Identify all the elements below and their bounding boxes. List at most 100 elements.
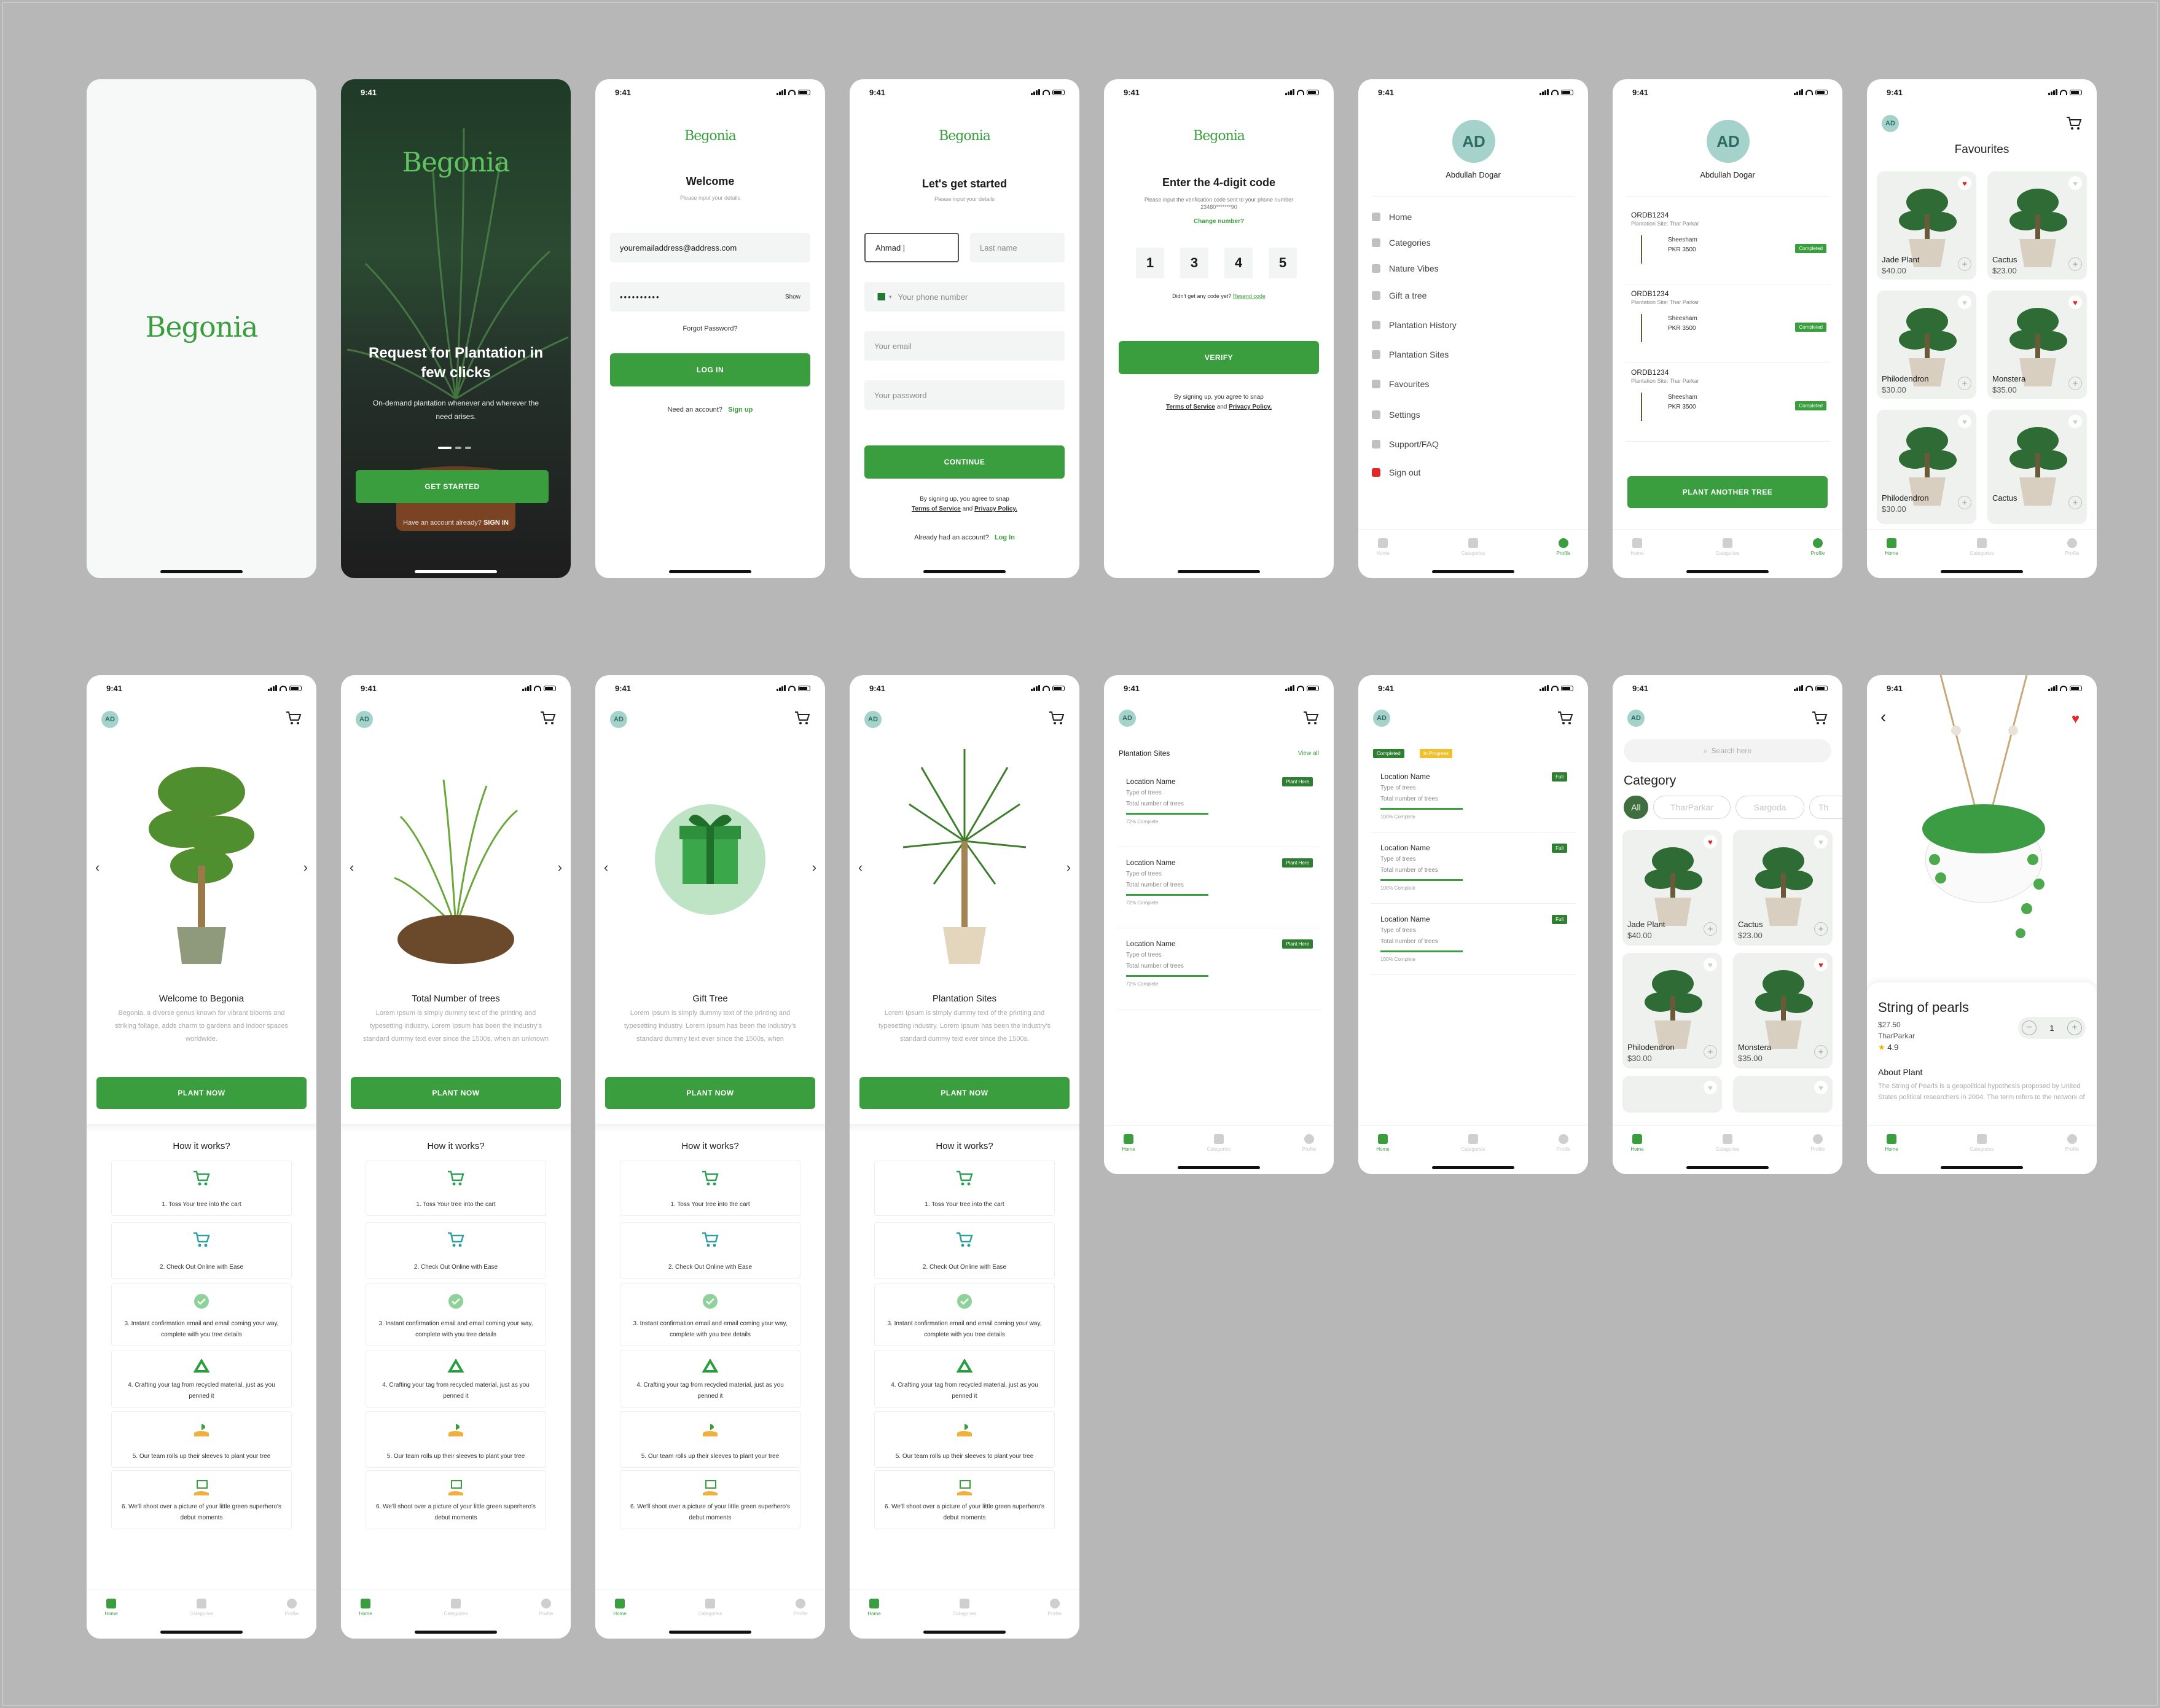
site-card[interactable]: Location Name Type of trees Total number o… bbox=[1116, 928, 1321, 1009]
plant-now-button[interactable]: PLANT NOW bbox=[96, 1077, 307, 1109]
cart-icon[interactable] bbox=[1049, 711, 1065, 726]
menu-item-plantation-sites[interactable]: Plantation Sites bbox=[1372, 350, 1449, 359]
terms-link[interactable]: Terms of Service bbox=[912, 506, 961, 512]
phone-field[interactable]: ▾ Your phone number bbox=[864, 282, 1065, 311]
product-card[interactable]: ♥ Cactus $23.00 + bbox=[1733, 830, 1833, 946]
plant-here-badge[interactable]: Plant Here bbox=[1282, 858, 1313, 868]
chevron-down-icon[interactable]: ▾ bbox=[889, 294, 892, 300]
product-card[interactable]: ♥ Monstera $35.00 + bbox=[1987, 291, 2087, 399]
favourite-heart-icon[interactable]: ♥ bbox=[1814, 835, 1828, 848]
nav-home[interactable]: Home bbox=[856, 1599, 893, 1616]
product-card[interactable]: ♥ Philodendron $30.00 + bbox=[1877, 291, 1976, 399]
menu-item-sign-out[interactable]: Sign out bbox=[1372, 468, 1420, 477]
search-input[interactable]: ⌕ Search here bbox=[1624, 739, 1831, 762]
nav-profile[interactable]: Profile bbox=[1545, 1134, 1582, 1152]
terms-link[interactable]: Terms of Service bbox=[1166, 404, 1215, 410]
add-to-cart-button[interactable]: + bbox=[2068, 377, 2082, 390]
otp-digit-1[interactable]: 1 bbox=[1136, 248, 1164, 278]
add-to-cart-button[interactable]: + bbox=[1958, 257, 1971, 271]
log-in-link[interactable]: Log In bbox=[995, 534, 1015, 541]
get-started-button[interactable]: GET STARTED bbox=[356, 470, 549, 503]
site-card[interactable]: Location Name Type of trees Total number o… bbox=[1116, 766, 1321, 847]
menu-item-favourites[interactable]: Favourites bbox=[1372, 379, 1429, 389]
nav-categories[interactable]: Categories bbox=[1709, 538, 1746, 556]
plus-button[interactable]: + bbox=[2067, 1020, 2082, 1035]
chevron-left-icon[interactable]: ‹ bbox=[604, 860, 608, 876]
chevron-right-icon[interactable]: › bbox=[1066, 860, 1071, 876]
menu-item-categories[interactable]: Categories bbox=[1372, 238, 1431, 248]
chevron-right-icon[interactable]: › bbox=[558, 860, 562, 876]
view-all-link[interactable]: View all bbox=[1298, 750, 1319, 757]
avatar[interactable]: AD bbox=[101, 711, 119, 728]
add-to-cart-button[interactable]: + bbox=[1814, 1045, 1828, 1059]
cart-icon[interactable] bbox=[1303, 711, 1319, 726]
avatar[interactable]: AD bbox=[1882, 115, 1899, 132]
avatar[interactable]: AD bbox=[1373, 710, 1390, 727]
chip-tharparkar[interactable]: TharParkar bbox=[1653, 796, 1731, 819]
cart-icon[interactable] bbox=[540, 711, 556, 726]
otp-digit-4[interactable]: 5 bbox=[1269, 248, 1297, 278]
chevron-left-icon[interactable]: ‹ bbox=[95, 860, 100, 876]
product-card[interactable]: ♥ Cactus + bbox=[1987, 410, 2087, 524]
favourite-heart-icon[interactable]: ♥ bbox=[1958, 415, 1971, 428]
nav-categories[interactable]: Categories bbox=[946, 1599, 983, 1616]
avatar[interactable]: AD bbox=[1452, 120, 1495, 163]
verify-button[interactable]: VERIFY bbox=[1119, 341, 1319, 374]
product-card[interactable]: ♥ bbox=[1622, 1076, 1722, 1113]
favourite-heart-icon[interactable]: ♥ bbox=[1704, 835, 1717, 848]
site-card[interactable]: Location Name Type of trees Total number o… bbox=[1371, 904, 1576, 975]
product-card[interactable]: ♥ Philodendron $30.00 + bbox=[1622, 953, 1722, 1068]
nav-home[interactable]: Home bbox=[601, 1599, 638, 1616]
nav-profile[interactable]: Profile bbox=[2054, 538, 2091, 556]
password-field[interactable]: Your password bbox=[864, 380, 1065, 410]
tab-in-progress[interactable]: In Progress bbox=[1420, 749, 1452, 758]
product-card[interactable]: ♥ Philodendron $30.00 + bbox=[1877, 410, 1976, 524]
nav-home[interactable]: Home bbox=[1364, 1134, 1401, 1152]
favourite-heart-icon[interactable]: ♥ bbox=[1958, 176, 1971, 190]
order-card[interactable]: ORDB1234 Plantation Site: Thar Parkar Shee… bbox=[1625, 368, 1830, 442]
sign-up-link[interactable]: Sign up bbox=[728, 406, 753, 413]
nav-profile[interactable]: Profile bbox=[273, 1599, 310, 1616]
site-card[interactable]: Location Name Type of trees Total number o… bbox=[1371, 832, 1576, 904]
favourite-heart-icon[interactable]: ♥ bbox=[2072, 711, 2080, 727]
product-card[interactable]: ♥ Monstera $35.00 + bbox=[1733, 953, 1833, 1068]
favourite-heart-icon[interactable]: ♥ bbox=[1814, 958, 1828, 971]
email-field[interactable]: Your email bbox=[864, 331, 1065, 361]
menu-item-settings[interactable]: Settings bbox=[1372, 410, 1420, 420]
menu-item-gift-tree[interactable]: Gift a tree bbox=[1372, 291, 1426, 300]
site-card[interactable]: Location Name Type of trees Total number o… bbox=[1116, 847, 1321, 928]
otp-digit-3[interactable]: 4 bbox=[1224, 248, 1253, 278]
order-card[interactable]: ORDB1234 Plantation Site: Thar Parkar Shee… bbox=[1625, 211, 1830, 284]
favourite-heart-icon[interactable]: ♥ bbox=[2068, 296, 2082, 309]
change-number-link[interactable]: Change number? bbox=[1104, 218, 1334, 225]
avatar[interactable]: AD bbox=[610, 711, 627, 728]
chip-th[interactable]: Th bbox=[1809, 796, 1842, 819]
favourite-heart-icon[interactable]: ♥ bbox=[2068, 415, 2082, 428]
resend-link[interactable]: Resend code bbox=[1233, 293, 1266, 299]
nav-home[interactable]: Home bbox=[1619, 538, 1656, 556]
menu-item-home[interactable]: Home bbox=[1372, 212, 1412, 222]
product-card[interactable]: ♥ bbox=[1733, 1076, 1833, 1113]
nav-profile[interactable]: Profile bbox=[1799, 1134, 1836, 1152]
cart-icon[interactable] bbox=[1812, 711, 1828, 726]
sign-in-link[interactable]: SIGN IN bbox=[483, 519, 509, 527]
forgot-password-link[interactable]: Forgot Password? bbox=[595, 325, 825, 332]
menu-item-support[interactable]: Support/FAQ bbox=[1372, 439, 1439, 449]
nav-categories[interactable]: Categories bbox=[183, 1599, 220, 1616]
nav-categories[interactable]: Categories bbox=[692, 1599, 729, 1616]
favourite-heart-icon[interactable]: ♥ bbox=[1814, 1081, 1828, 1094]
nav-categories[interactable]: Categories bbox=[437, 1599, 474, 1616]
privacy-link[interactable]: Privacy Policy. bbox=[1229, 404, 1272, 410]
add-to-cart-button[interactable]: + bbox=[1958, 377, 1971, 390]
product-card[interactable]: ♥ Jade Plant $40.00 + bbox=[1877, 171, 1976, 280]
avatar[interactable]: AD bbox=[1627, 710, 1645, 727]
nav-profile[interactable]: Profile bbox=[528, 1599, 565, 1616]
cart-icon[interactable] bbox=[1557, 711, 1573, 726]
plant-now-button[interactable]: PLANT NOW bbox=[605, 1077, 815, 1109]
nav-home[interactable]: Home bbox=[1873, 538, 1910, 556]
nav-categories[interactable]: Categories bbox=[1455, 1134, 1492, 1152]
nav-home[interactable]: Home bbox=[1873, 1134, 1910, 1152]
chip-sargoda[interactable]: Sargoda bbox=[1735, 796, 1804, 819]
cart-icon[interactable] bbox=[286, 711, 302, 726]
privacy-link[interactable]: Privacy Policy. bbox=[974, 506, 1017, 512]
